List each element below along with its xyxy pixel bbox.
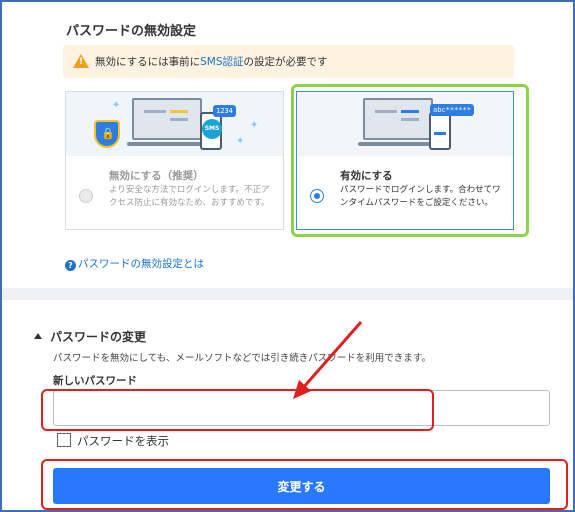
arrow-shaft (300, 321, 363, 390)
annotation-arrow (293, 321, 363, 399)
